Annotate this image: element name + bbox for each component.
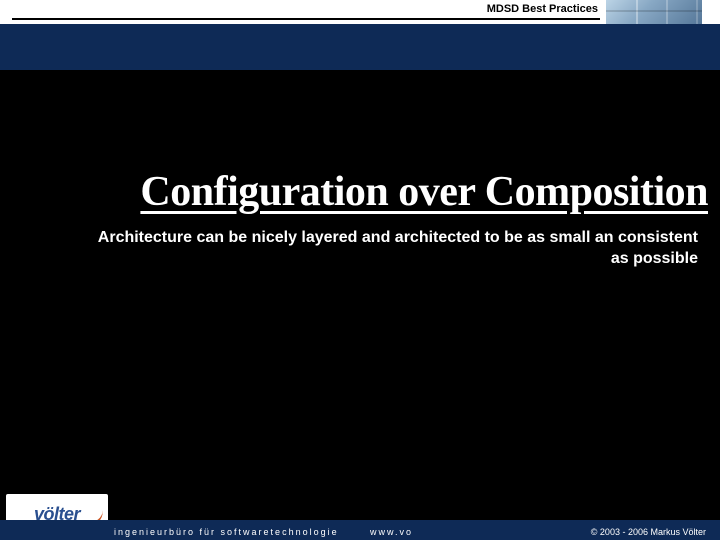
header-rule xyxy=(12,18,600,20)
header-graphic xyxy=(606,0,702,24)
footer-tagline: ingenieurbüro für softwaretechnologie xyxy=(114,527,339,537)
slide-title: Configuration over Composition xyxy=(55,168,708,216)
header-label: MDSD Best Practices xyxy=(487,3,598,15)
footer-band: ingenieurbüro für softwaretechnologie ww… xyxy=(0,520,720,540)
header-navy-band xyxy=(0,24,720,70)
footer: völter ingenieurbüro für softwaretechnol… xyxy=(0,478,720,540)
header-bar: MDSD Best Practices xyxy=(0,0,720,24)
footer-url: www.vo xyxy=(370,527,413,537)
footer-copyright: © 2003 - 2006 Markus Völter xyxy=(591,527,706,537)
slide-subtitle: Architecture can be nicely layered and a… xyxy=(95,228,698,270)
